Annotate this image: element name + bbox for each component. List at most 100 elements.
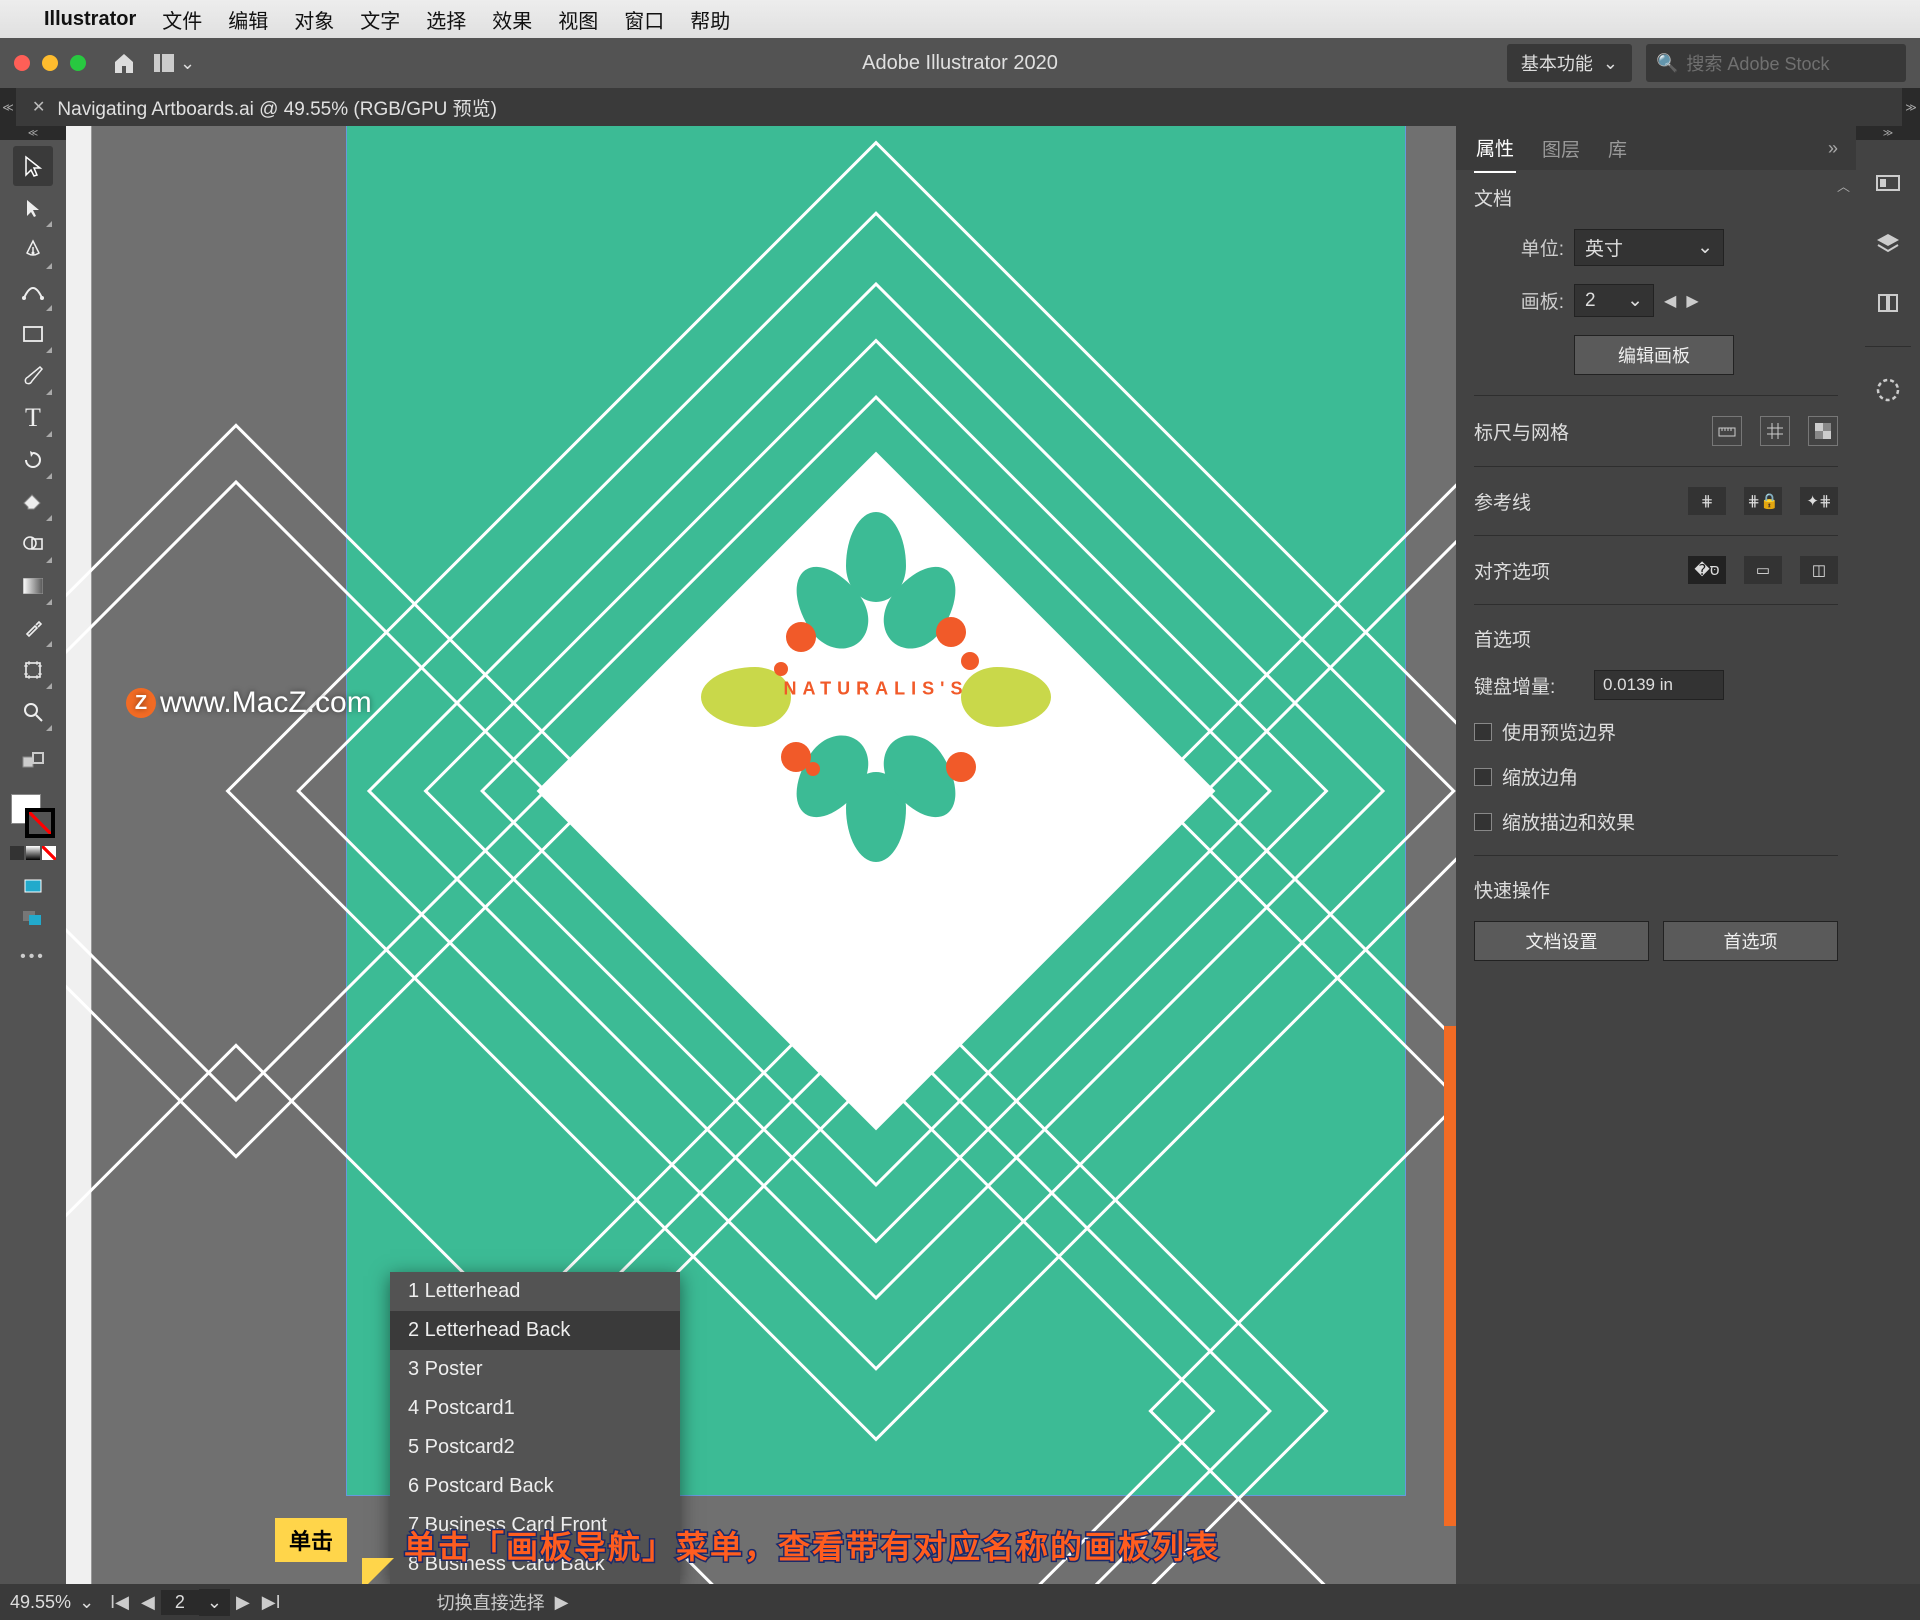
tab-layers[interactable]: 图层 xyxy=(1540,125,1582,172)
arrange-documents-button[interactable]: ⌄ xyxy=(154,53,195,74)
dock-grip[interactable]: ≫ xyxy=(1856,126,1920,140)
layers-dock-icon[interactable] xyxy=(1871,226,1905,260)
artboard-nav-item[interactable]: 5 Postcard2 xyxy=(390,1428,680,1467)
gradient-tool[interactable] xyxy=(13,566,53,606)
zoom-level[interactable]: 49.55% xyxy=(10,1592,71,1613)
artboard-navigation-dropdown[interactable]: ⌄ xyxy=(199,1589,230,1616)
scale-corners-checkbox[interactable] xyxy=(1474,768,1492,786)
tab-properties[interactable]: 属性 xyxy=(1474,124,1516,173)
rotate-tool[interactable] xyxy=(13,440,53,480)
status-hint-next[interactable]: ▶ xyxy=(555,1592,569,1613)
ruler-icon[interactable] xyxy=(1712,416,1742,446)
document-tab[interactable]: ✕ Navigating Artboards.ai @ 49.55% (RGB/… xyxy=(16,88,513,126)
menu-file[interactable]: 文件 xyxy=(162,5,202,34)
chevron-down-icon: ⌄ xyxy=(1627,289,1643,312)
artboard-number-field[interactable]: 2 xyxy=(161,1590,199,1615)
search-stock-input[interactable]: 🔍 搜索 Adobe Stock xyxy=(1646,44,1906,82)
artwork-logo: NATURALIS'S xyxy=(676,502,1076,882)
color-mode-solid[interactable] xyxy=(10,846,24,860)
artboard-prev-button[interactable]: ◀ xyxy=(1664,291,1676,311)
chevron-down-icon[interactable]: ⌄ xyxy=(79,1592,94,1613)
artboard-nav-item[interactable]: 4 Postcard1 xyxy=(390,1389,680,1428)
transparency-grid-icon[interactable] xyxy=(1808,416,1838,446)
eraser-tool[interactable] xyxy=(13,482,53,522)
edit-artboards-button[interactable]: 编辑画板 xyxy=(1574,335,1734,375)
fill-stroke-indicator[interactable] xyxy=(11,794,55,838)
stroke-swatch[interactable] xyxy=(25,808,55,838)
keyboard-inc-label: 键盘增量: xyxy=(1474,672,1584,699)
artboard-tool[interactable] xyxy=(13,650,53,690)
artboard-nav-item[interactable]: 3 Poster xyxy=(390,1350,680,1389)
menu-object[interactable]: 对象 xyxy=(294,5,334,34)
edit-toolbar-button[interactable]: ••• xyxy=(20,948,46,966)
menu-type[interactable]: 文字 xyxy=(360,5,400,34)
tab-libraries[interactable]: 库 xyxy=(1606,125,1629,172)
align-key-object-icon[interactable]: �סּ xyxy=(1688,556,1726,584)
window-minimize-button[interactable] xyxy=(42,55,58,71)
artboard-nav-item[interactable]: 6 Postcard Back xyxy=(390,1467,680,1506)
last-artboard-button[interactable]: ▶I xyxy=(256,1592,287,1613)
selection-tool[interactable] xyxy=(13,146,53,186)
rectangle-tool[interactable] xyxy=(13,314,53,354)
draw-behind[interactable] xyxy=(13,904,53,932)
units-dropdown[interactable]: 英寸 ⌄ xyxy=(1574,229,1724,266)
curvature-tool[interactable] xyxy=(13,272,53,312)
keyboard-inc-input[interactable] xyxy=(1594,670,1724,700)
window-maximize-button[interactable] xyxy=(70,55,86,71)
align-artboard-icon[interactable]: ▭ xyxy=(1744,556,1782,584)
align-selection-icon[interactable]: ◫ xyxy=(1800,556,1838,584)
section-document-title: 文档 xyxy=(1474,184,1838,211)
menu-effect[interactable]: 效果 xyxy=(492,5,532,34)
toolbar-collapse-handle[interactable]: ≪ xyxy=(0,88,16,126)
paintbrush-tool[interactable] xyxy=(13,356,53,396)
panel-collapse-icon[interactable]: ︿ xyxy=(1837,176,1850,195)
shape-builder-tool[interactable] xyxy=(13,524,53,564)
close-icon[interactable]: ✕ xyxy=(32,97,45,117)
draw-normal[interactable] xyxy=(13,872,53,900)
toolbar-grip[interactable]: ≪ xyxy=(0,126,66,140)
pen-tool[interactable] xyxy=(13,230,53,270)
artwork-brand-text: NATURALIS'S xyxy=(784,679,969,700)
menu-select[interactable]: 选择 xyxy=(426,5,466,34)
type-tool[interactable]: T xyxy=(13,398,53,438)
direct-selection-tool[interactable] xyxy=(13,188,53,228)
canvas[interactable]: NATURALIS'S Zwww.MacZ.com xyxy=(66,126,1456,1584)
appearance-dock-icon[interactable] xyxy=(1871,373,1905,407)
libraries-dock-icon[interactable] xyxy=(1871,286,1905,320)
zoom-tool[interactable] xyxy=(13,692,53,732)
artboard-nav-item[interactable]: 2 Letterhead Back xyxy=(390,1311,680,1350)
workspace-dropdown[interactable]: 基本功能 ⌄ xyxy=(1507,44,1632,82)
first-artboard-button[interactable]: I◀ xyxy=(104,1592,135,1613)
app-menu[interactable]: Illustrator xyxy=(44,8,136,31)
smart-guides-icon[interactable]: ✦⋕ xyxy=(1800,487,1838,515)
prev-artboard-button[interactable]: ◀ xyxy=(135,1592,161,1613)
preview-bounds-checkbox[interactable] xyxy=(1474,723,1492,741)
menu-edit[interactable]: 编辑 xyxy=(228,5,268,34)
grid-icon[interactable] xyxy=(1760,416,1790,446)
properties-dock-icon[interactable] xyxy=(1871,166,1905,200)
document-setup-button[interactable]: 文档设置 xyxy=(1474,921,1649,961)
color-mode-none[interactable] xyxy=(42,846,56,860)
scale-strokes-checkbox[interactable] xyxy=(1474,813,1492,831)
units-value: 英寸 xyxy=(1585,234,1623,261)
panel-collapse-handle[interactable]: ≫ xyxy=(1902,88,1920,126)
artboard-dropdown[interactable]: 2 ⌄ xyxy=(1574,284,1654,317)
toggle-fill-stroke[interactable] xyxy=(13,740,53,780)
menu-window[interactable]: 窗口 xyxy=(624,5,664,34)
menu-view[interactable]: 视图 xyxy=(558,5,598,34)
artboard-label: 画板: xyxy=(1474,287,1564,314)
guides-lock-icon[interactable]: ⋕🔒 xyxy=(1744,487,1782,515)
artboard-nav-item[interactable]: 1 Letterhead xyxy=(390,1272,680,1311)
color-mode-gradient[interactable] xyxy=(26,846,40,860)
preferences-button[interactable]: 首选项 xyxy=(1663,921,1838,961)
document-tab-label: Navigating Artboards.ai @ 49.55% (RGB/GP… xyxy=(57,94,497,121)
panel-expand-icon[interactable]: » xyxy=(1828,138,1838,159)
guides-visibility-icon[interactable]: ⋕ xyxy=(1688,487,1726,515)
home-icon[interactable] xyxy=(112,52,136,74)
window-close-button[interactable] xyxy=(14,55,30,71)
eyedropper-tool[interactable] xyxy=(13,608,53,648)
next-artboard-button[interactable]: ▶ xyxy=(230,1592,256,1613)
menu-help[interactable]: 帮助 xyxy=(690,5,730,34)
artboard-next-button[interactable]: ▶ xyxy=(1686,291,1698,311)
panel-tabs: 属性 图层 库 » xyxy=(1456,126,1856,170)
